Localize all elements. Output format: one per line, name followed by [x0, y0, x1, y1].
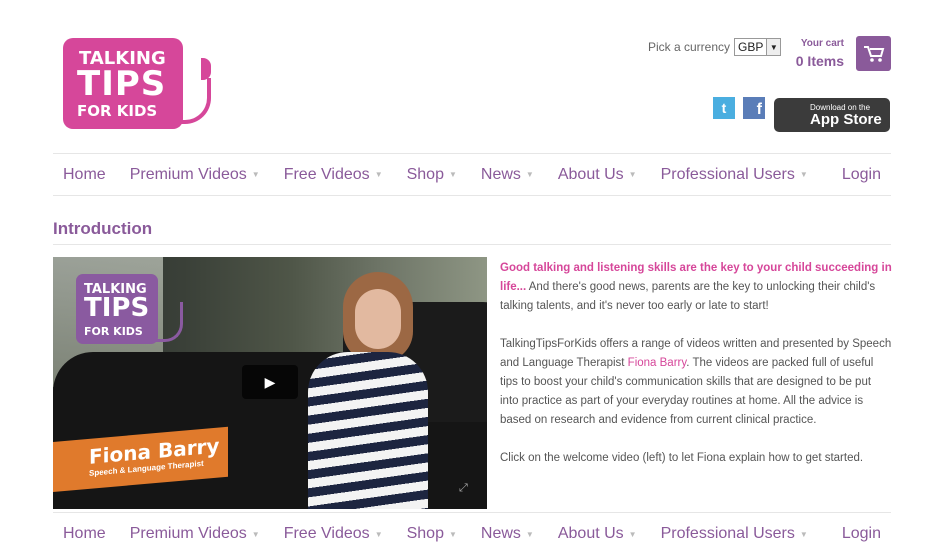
cart-button[interactable]	[856, 36, 891, 71]
site-logo[interactable]: TALKING TIPS FOR KIDS	[63, 38, 213, 130]
video-logo-text-tips: TIPS	[84, 293, 150, 323]
nav-item-free-videos[interactable]: Free Videos ▼	[274, 525, 383, 543]
nav-label: Professional Users	[660, 165, 795, 183]
nav-label: News	[480, 165, 521, 183]
chevron-down-icon: ▼	[799, 529, 808, 539]
intro-paragraph-3: Click on the welcome video (left) to let…	[500, 452, 864, 464]
chevron-down-icon: ▼	[766, 39, 781, 55]
intro-text: Good talking and listening skills are th…	[500, 259, 892, 487]
nav-item-professional-users[interactable]: Professional Users ▼	[651, 525, 808, 543]
appstore-big-text: App Store	[810, 110, 882, 128]
nav-label: Premium Videos	[129, 165, 247, 183]
nav-label: Premium Videos	[129, 525, 247, 542]
video-logo: TALKING TIPS FOR KIDS	[76, 274, 158, 344]
logo-dot	[201, 58, 211, 80]
video-logo-text-for-kids: FOR KIDS	[84, 325, 143, 338]
nav-item-news[interactable]: News ▼	[471, 166, 534, 184]
cart-title: Your cart	[800, 38, 844, 49]
chevron-down-icon: ▼	[251, 529, 260, 539]
play-icon: ▶	[264, 373, 276, 390]
nav-label: Professional Users	[660, 525, 795, 542]
nav-item-about-us[interactable]: About Us ▼	[548, 525, 637, 543]
logo-tail	[167, 78, 211, 124]
facebook-icon[interactable]: f	[743, 97, 765, 119]
chevron-down-icon: ▼	[525, 170, 534, 179]
chevron-down-icon: ▼	[628, 170, 637, 179]
nav-item-premium-videos[interactable]: Premium Videos ▼	[120, 525, 260, 543]
nav-label: Home	[63, 525, 106, 542]
twitter-icon[interactable]: t	[713, 97, 735, 119]
nav-item-home[interactable]: Home	[53, 525, 106, 543]
nav-item-news[interactable]: News ▼	[471, 525, 534, 543]
intro-paragraph-1: Good talking and listening skills are th…	[500, 259, 892, 316]
chevron-down-icon: ▼	[374, 529, 383, 539]
currency-value: GBP	[738, 40, 764, 54]
fiona-barry-link[interactable]: Fiona Barry	[628, 357, 687, 369]
nav-label: About Us	[557, 165, 624, 183]
nav-item-professional-users[interactable]: Professional Users ▼	[651, 166, 808, 184]
app-store-badge[interactable]: Download on the App Store	[774, 98, 890, 132]
play-button[interactable]: ▶	[242, 365, 298, 399]
video-presenter-body	[308, 352, 428, 509]
chevron-down-icon: ▼	[525, 529, 534, 539]
cart-count: 0 Items	[795, 53, 844, 69]
login-link[interactable]: Login	[842, 525, 881, 543]
chevron-down-icon: ▼	[799, 170, 808, 179]
nav-label: Free Videos	[283, 525, 370, 542]
footer-nav: Home Premium Videos ▼ Free Videos ▼ Shop ▼ …	[53, 512, 891, 555]
logo-text-for-kids: FOR KIDS	[77, 102, 158, 120]
logo-text-tips: TIPS	[77, 64, 167, 104]
cart-summary[interactable]: Your cart 0 Items	[790, 38, 844, 69]
nav-item-premium-videos[interactable]: Premium Videos ▼	[120, 166, 260, 184]
paragraph-1-rest: And there's good news, parents are the k…	[500, 281, 876, 312]
intro-video-player[interactable]: TALKING TIPS FOR KIDS Fiona Barry Speech…	[53, 257, 487, 509]
shopping-cart-icon	[863, 45, 884, 62]
chevron-down-icon: ▼	[448, 529, 457, 539]
video-presenter-face	[355, 289, 401, 349]
nav-label: Shop	[406, 165, 444, 183]
nav-item-shop[interactable]: Shop ▼	[397, 525, 457, 543]
currency-select[interactable]: GBP ▼	[734, 38, 782, 56]
login-link[interactable]: Login	[842, 166, 881, 184]
chevron-down-icon: ▼	[374, 170, 383, 179]
divider	[53, 244, 891, 245]
nav-label: Shop	[406, 525, 444, 542]
nav-item-about-us[interactable]: About Us ▼	[548, 166, 637, 184]
page-title: Introduction	[53, 219, 153, 238]
nav-item-home[interactable]: Home	[53, 166, 106, 184]
nav-label: Free Videos	[283, 165, 370, 183]
intro-paragraph-2: TalkingTipsForKids offers a range of vid…	[500, 335, 892, 430]
nav-label: News	[480, 525, 521, 542]
nav-item-free-videos[interactable]: Free Videos ▼	[274, 166, 383, 184]
chevron-down-icon: ▼	[448, 170, 457, 179]
nav-label: Home	[63, 165, 106, 183]
chevron-down-icon: ▼	[251, 170, 260, 179]
currency-picker: Pick a currency GBP ▼	[648, 38, 782, 56]
main-nav: Home Premium Videos ▼ Free Videos ▼ Shop ▼ …	[53, 153, 891, 196]
currency-label: Pick a currency	[648, 40, 731, 54]
chevron-down-icon: ▼	[628, 529, 637, 539]
fullscreen-icon[interactable]: ⤢	[459, 482, 468, 495]
nav-label: About Us	[557, 525, 624, 542]
nav-item-shop[interactable]: Shop ▼	[397, 166, 457, 184]
